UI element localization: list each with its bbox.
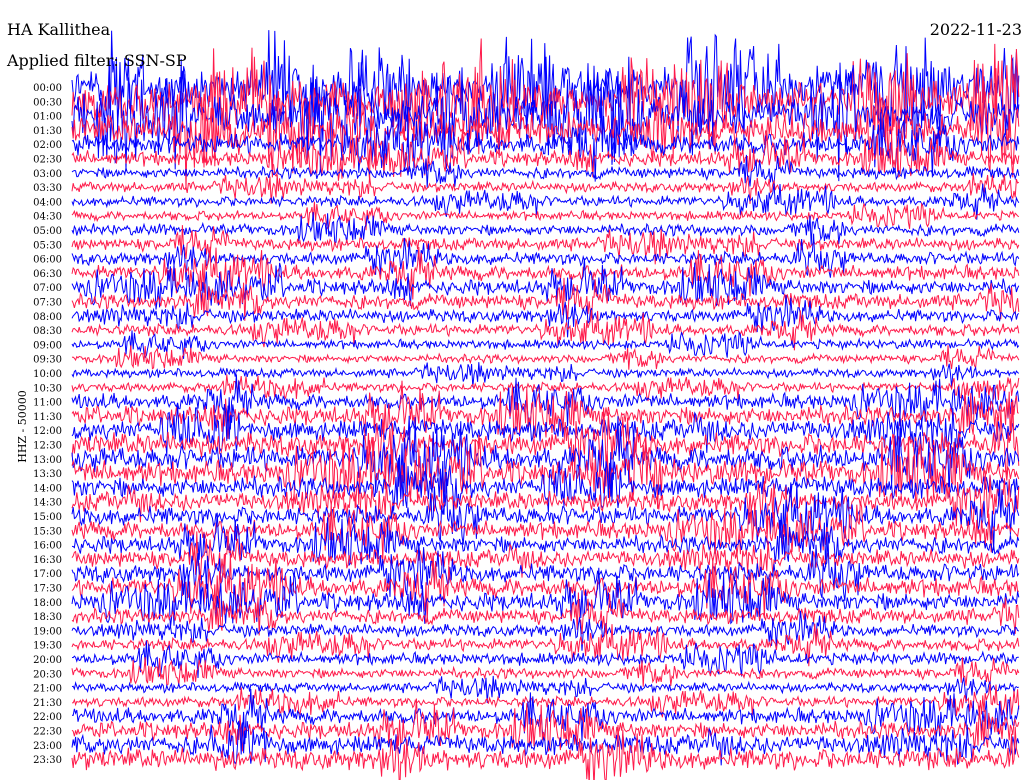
row-label-01:30: 01:30 <box>33 126 62 137</box>
row-label-04:30: 04:30 <box>33 212 62 223</box>
y-axis-label: HHZ - 50000 <box>15 390 29 463</box>
row-label-09:30: 09:30 <box>33 355 62 366</box>
row-label-17:30: 17:30 <box>33 584 62 595</box>
trace-20:30 <box>71 657 1020 687</box>
row-label-20:30: 20:30 <box>33 669 62 680</box>
row-label-00:00: 00:00 <box>33 83 62 94</box>
row-label-16:30: 16:30 <box>33 555 62 566</box>
row-label-12:30: 12:30 <box>33 441 62 452</box>
row-label-03:00: 03:00 <box>33 169 62 180</box>
row-label-23:00: 23:00 <box>33 741 62 752</box>
row-label-12:00: 12:00 <box>33 426 62 437</box>
row-label-19:00: 19:00 <box>33 626 62 637</box>
row-label-06:30: 06:30 <box>33 269 62 280</box>
row-label-16:00: 16:00 <box>33 541 62 552</box>
row-label-02:00: 02:00 <box>33 140 62 151</box>
row-label-21:00: 21:00 <box>33 684 62 695</box>
row-label-22:30: 22:30 <box>33 727 62 738</box>
row-label-00:30: 00:30 <box>33 97 62 108</box>
row-label-21:30: 21:30 <box>33 698 62 709</box>
row-label-22:00: 22:00 <box>33 712 62 723</box>
row-label-17:00: 17:00 <box>33 569 62 580</box>
row-label-15:00: 15:00 <box>33 512 62 523</box>
row-label-19:30: 19:30 <box>33 641 62 652</box>
row-label-13:30: 13:30 <box>33 469 62 480</box>
row-label-08:30: 08:30 <box>33 326 62 337</box>
row-label-15:30: 15:30 <box>33 526 62 537</box>
row-label-18:30: 18:30 <box>33 612 62 623</box>
row-label-09:00: 09:00 <box>33 340 62 351</box>
row-label-18:00: 18:00 <box>33 598 62 609</box>
row-label-10:30: 10:30 <box>33 383 62 394</box>
row-label-08:00: 08:00 <box>33 312 62 323</box>
trace-09:00 <box>71 330 1020 359</box>
helicorder-plot: 00:00 00:30 01:00 01:30 02:00 02:30 03:00 03:30… <box>33 30 1020 780</box>
row-label-05:30: 05:30 <box>33 240 62 251</box>
row-label-13:00: 13:00 <box>33 455 62 466</box>
trace-06:30 <box>71 246 1020 300</box>
trace-07:30 <box>71 277 1020 321</box>
row-label-14:00: 14:00 <box>33 483 62 494</box>
row-label-01:00: 01:00 <box>33 112 62 123</box>
row-label-14:30: 14:30 <box>33 498 62 509</box>
row-label-23:30: 23:30 <box>33 755 62 766</box>
station-title: HA Kallithea <box>7 20 111 39</box>
row-label-20:00: 20:00 <box>33 655 62 666</box>
trace-10:00 <box>71 362 1020 388</box>
filter-label: Applied filter: SSN-SP <box>7 51 187 70</box>
row-label-04:00: 04:00 <box>33 197 62 208</box>
trace-09:30 <box>71 345 1020 370</box>
row-label-10:00: 10:00 <box>33 369 62 380</box>
row-label-07:30: 07:30 <box>33 298 62 309</box>
row-label-03:30: 03:30 <box>33 183 62 194</box>
row-label-11:30: 11:30 <box>33 412 62 423</box>
row-label-05:00: 05:00 <box>33 226 62 237</box>
row-label-07:00: 07:00 <box>33 283 62 294</box>
date-label: 2022-11-23 <box>929 20 1022 39</box>
row-label-02:30: 02:30 <box>33 155 62 166</box>
row-label-06:00: 06:00 <box>33 255 62 266</box>
row-label-11:00: 11:00 <box>33 398 62 409</box>
trace-04:30 <box>71 201 1020 231</box>
